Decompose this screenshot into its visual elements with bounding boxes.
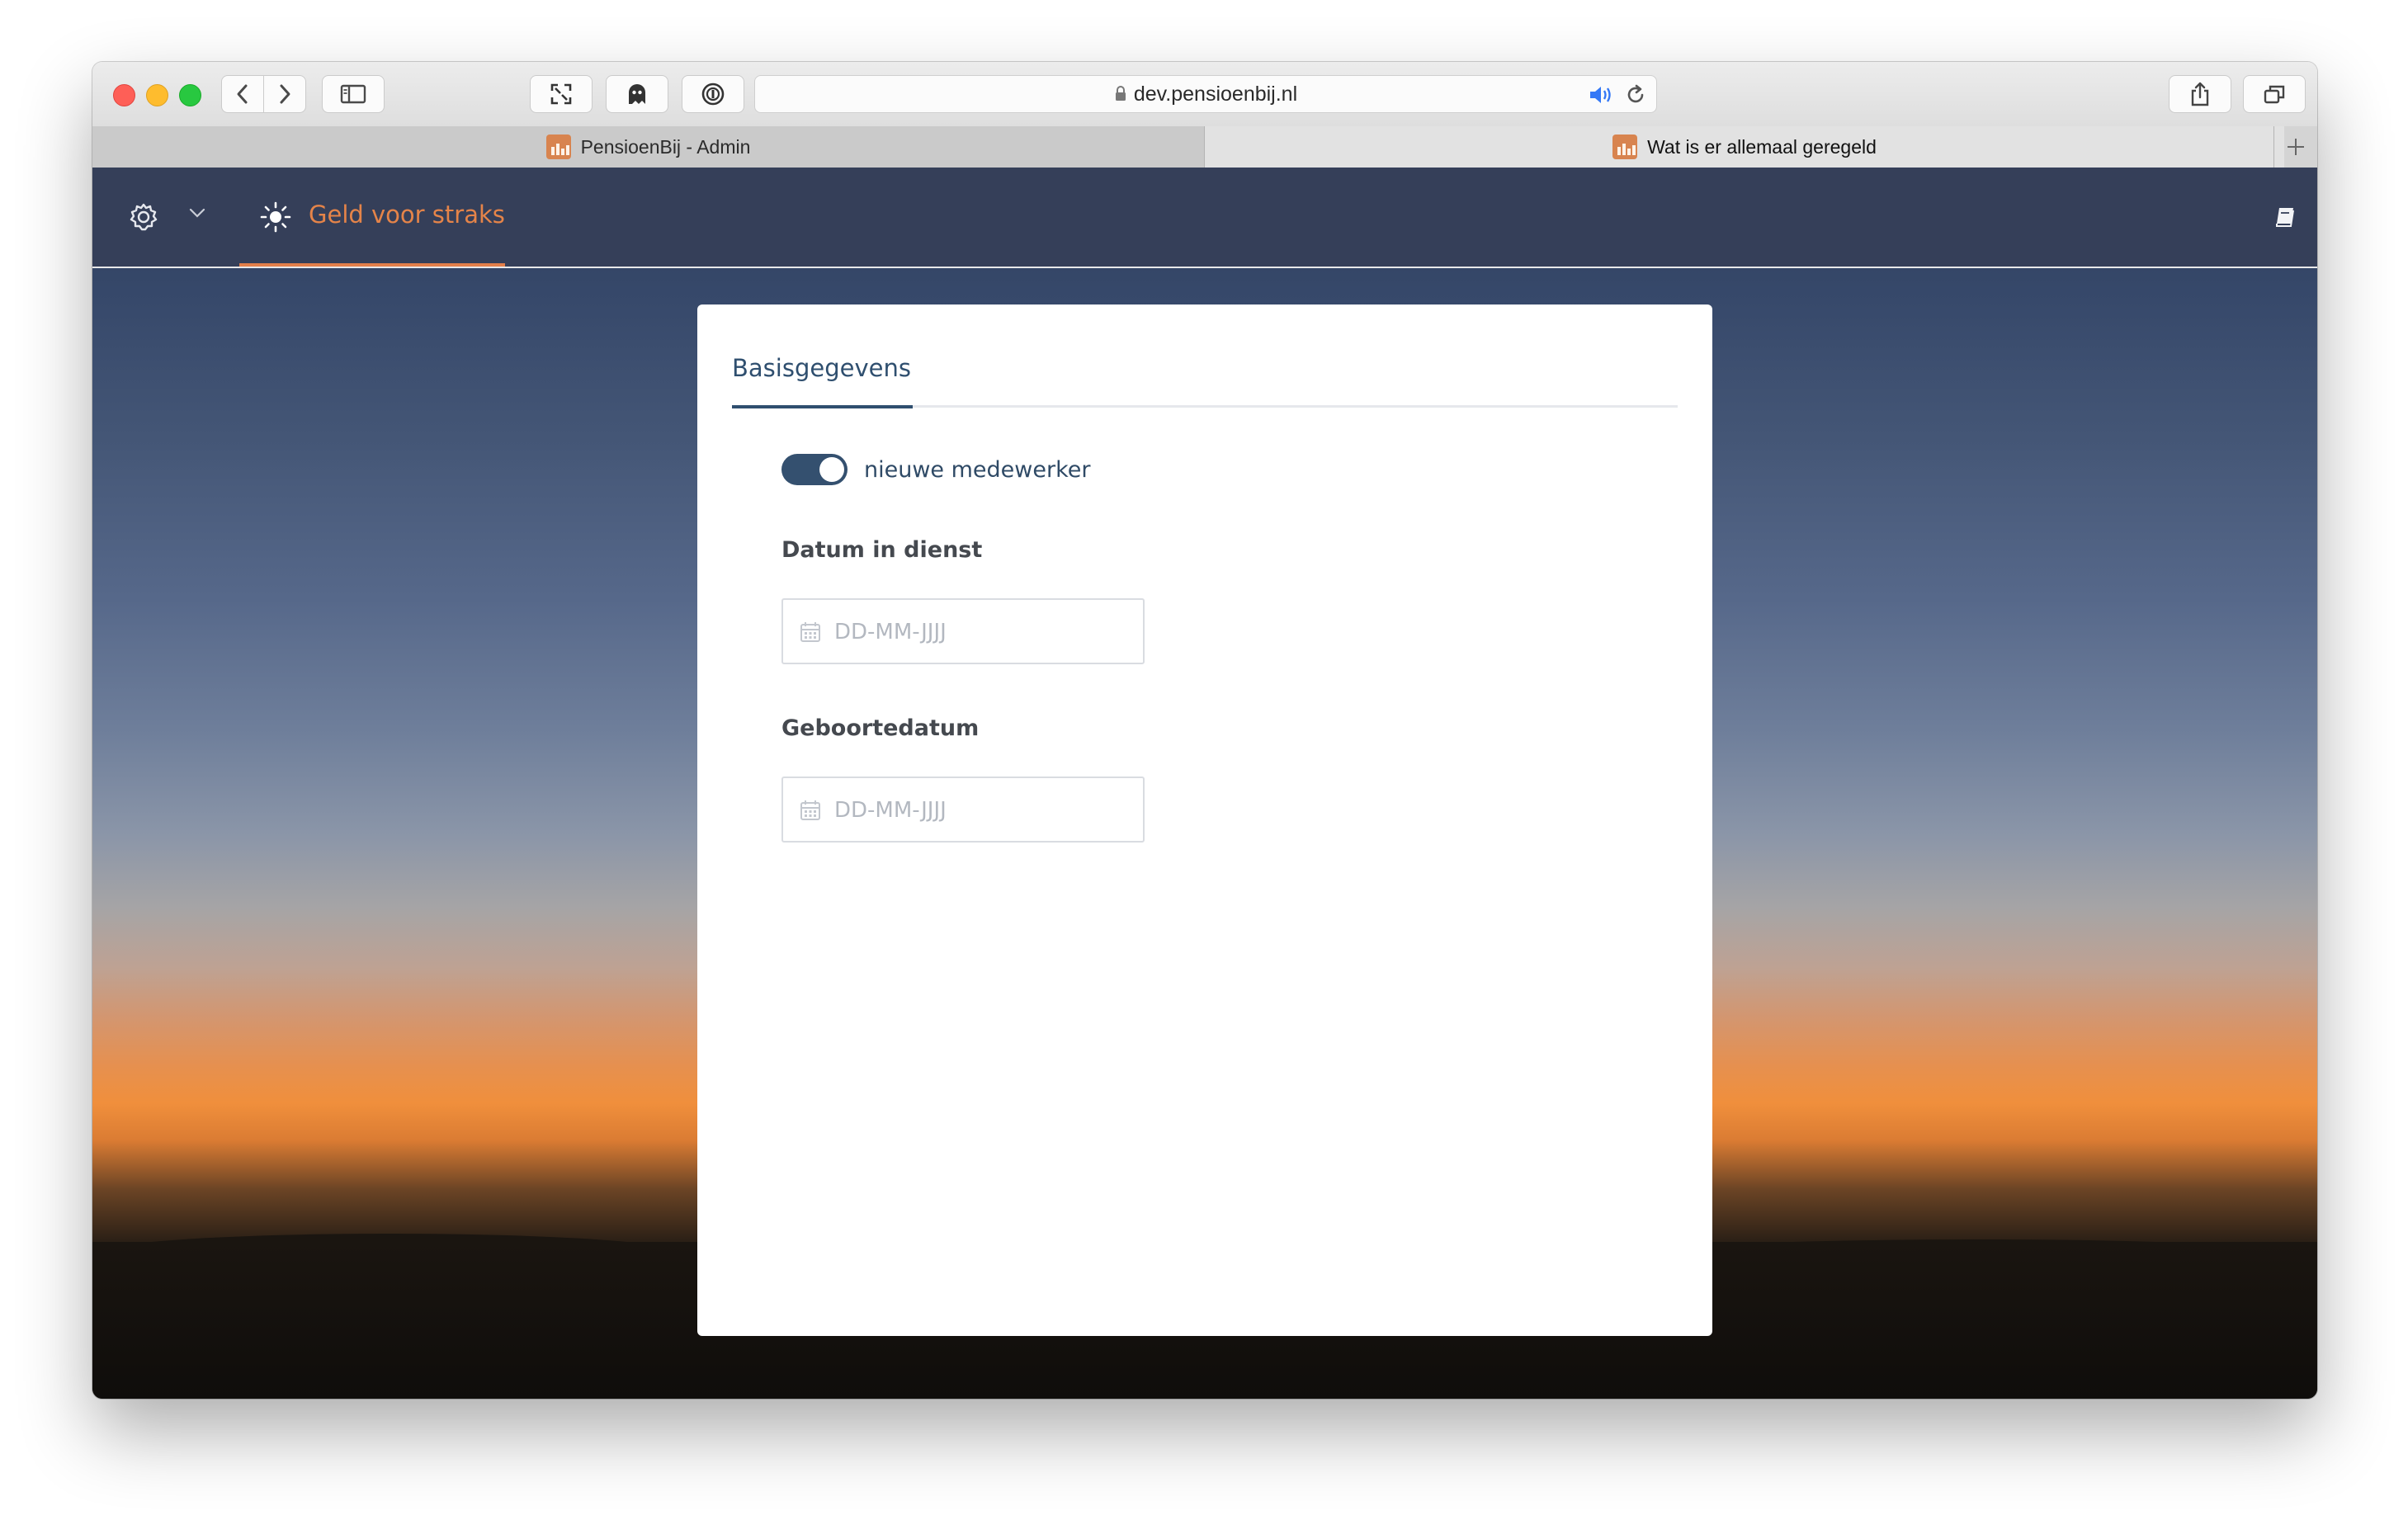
basisgegevens-card: Basisgegevens nieuwe medewerker Datum in…: [697, 304, 1712, 1336]
book-icon[interactable]: [2274, 205, 2296, 229]
sun-icon: [260, 201, 291, 233]
datum-in-dienst-label: Datum in dienst: [781, 537, 983, 563]
ghostery-extension-button[interactable]: [606, 75, 668, 113]
nav-tab-geld-voor-straks[interactable]: Geld voor straks: [239, 168, 505, 267]
tab-overview-button[interactable]: [2243, 75, 2306, 113]
lock-icon: [1115, 86, 1126, 101]
datum-in-dienst-field[interactable]: [781, 598, 1145, 664]
pensioenbij-favicon: [545, 135, 571, 159]
geboortedatum-input[interactable]: [833, 778, 1133, 843]
password-manager-button[interactable]: [682, 75, 744, 113]
minimize-window-button[interactable]: [146, 84, 168, 106]
nieuwe-medewerker-toggle[interactable]: [781, 454, 848, 485]
chevron-right-icon: [280, 84, 290, 104]
toggle-label: nieuwe medewerker: [864, 456, 1091, 483]
zoom-window-button[interactable]: [179, 84, 201, 106]
address-url: dev.pensioenbij.nl: [1133, 83, 1298, 106]
geboortedatum-field[interactable]: [781, 777, 1145, 843]
sidebar-icon: [340, 84, 366, 104]
nieuwe-medewerker-row: nieuwe medewerker: [781, 453, 1090, 486]
browser-tab-admin[interactable]: PensioenBij - Admin: [92, 126, 1205, 168]
back-button[interactable]: [221, 75, 264, 113]
screenshot-extension-button[interactable]: [530, 75, 593, 113]
forward-button[interactable]: [263, 75, 306, 113]
tab-basisgegevens[interactable]: Basisgegevens: [732, 354, 913, 408]
address-text-wrap: dev.pensioenbij.nl: [755, 76, 1656, 112]
toggle-knob: [819, 457, 844, 482]
datum-in-dienst-input[interactable]: [833, 600, 1133, 664]
speaker-icon[interactable]: [1589, 84, 1617, 106]
calendar-icon: [800, 622, 820, 642]
browser-tab-geregeld[interactable]: Wat is er allemaal geregeld: [1205, 126, 2284, 168]
nav-tab-label: Geld voor straks: [309, 201, 505, 229]
browser-tab-label: Wat is er allemaal geregeld: [1647, 135, 1877, 158]
plus-icon: [2288, 139, 2304, 155]
card-tab-bar: Basisgegevens: [732, 354, 1678, 408]
close-window-button[interactable]: [113, 84, 135, 106]
new-tab-button[interactable]: [2273, 126, 2317, 168]
page-content: Geld voor straks Basisgegevens nieuwe me…: [92, 168, 2317, 1399]
browser-window: dev.pensioenbij.nl PensioenBij - Admin W…: [92, 62, 2317, 1399]
chevron-left-icon: [237, 84, 248, 104]
chevron-down-icon[interactable]: [188, 207, 206, 219]
geboortedatum-label: Geboortedatum: [781, 715, 980, 741]
ghost-icon: [629, 84, 645, 104]
share-icon: [2191, 82, 2209, 106]
browser-tab-bar: PensioenBij - Admin Wat is er allemaal g…: [92, 126, 2317, 168]
reload-icon[interactable]: [1625, 84, 1646, 106]
calendar-icon: [800, 800, 820, 820]
expand-icon: [550, 83, 572, 105]
share-button[interactable]: [2169, 75, 2231, 113]
pensioenbij-favicon: [1612, 135, 1638, 159]
gear-icon[interactable]: [129, 202, 158, 232]
tabs-icon: [2264, 85, 2285, 104]
address-bar[interactable]: dev.pensioenbij.nl: [754, 75, 1657, 113]
browser-tab-label: PensioenBij - Admin: [580, 135, 751, 158]
sidebar-toggle-button[interactable]: [322, 75, 385, 113]
browser-toolbar: dev.pensioenbij.nl: [92, 62, 2317, 127]
password-manager-icon: [701, 83, 725, 106]
app-navbar: Geld voor straks: [92, 168, 2317, 268]
